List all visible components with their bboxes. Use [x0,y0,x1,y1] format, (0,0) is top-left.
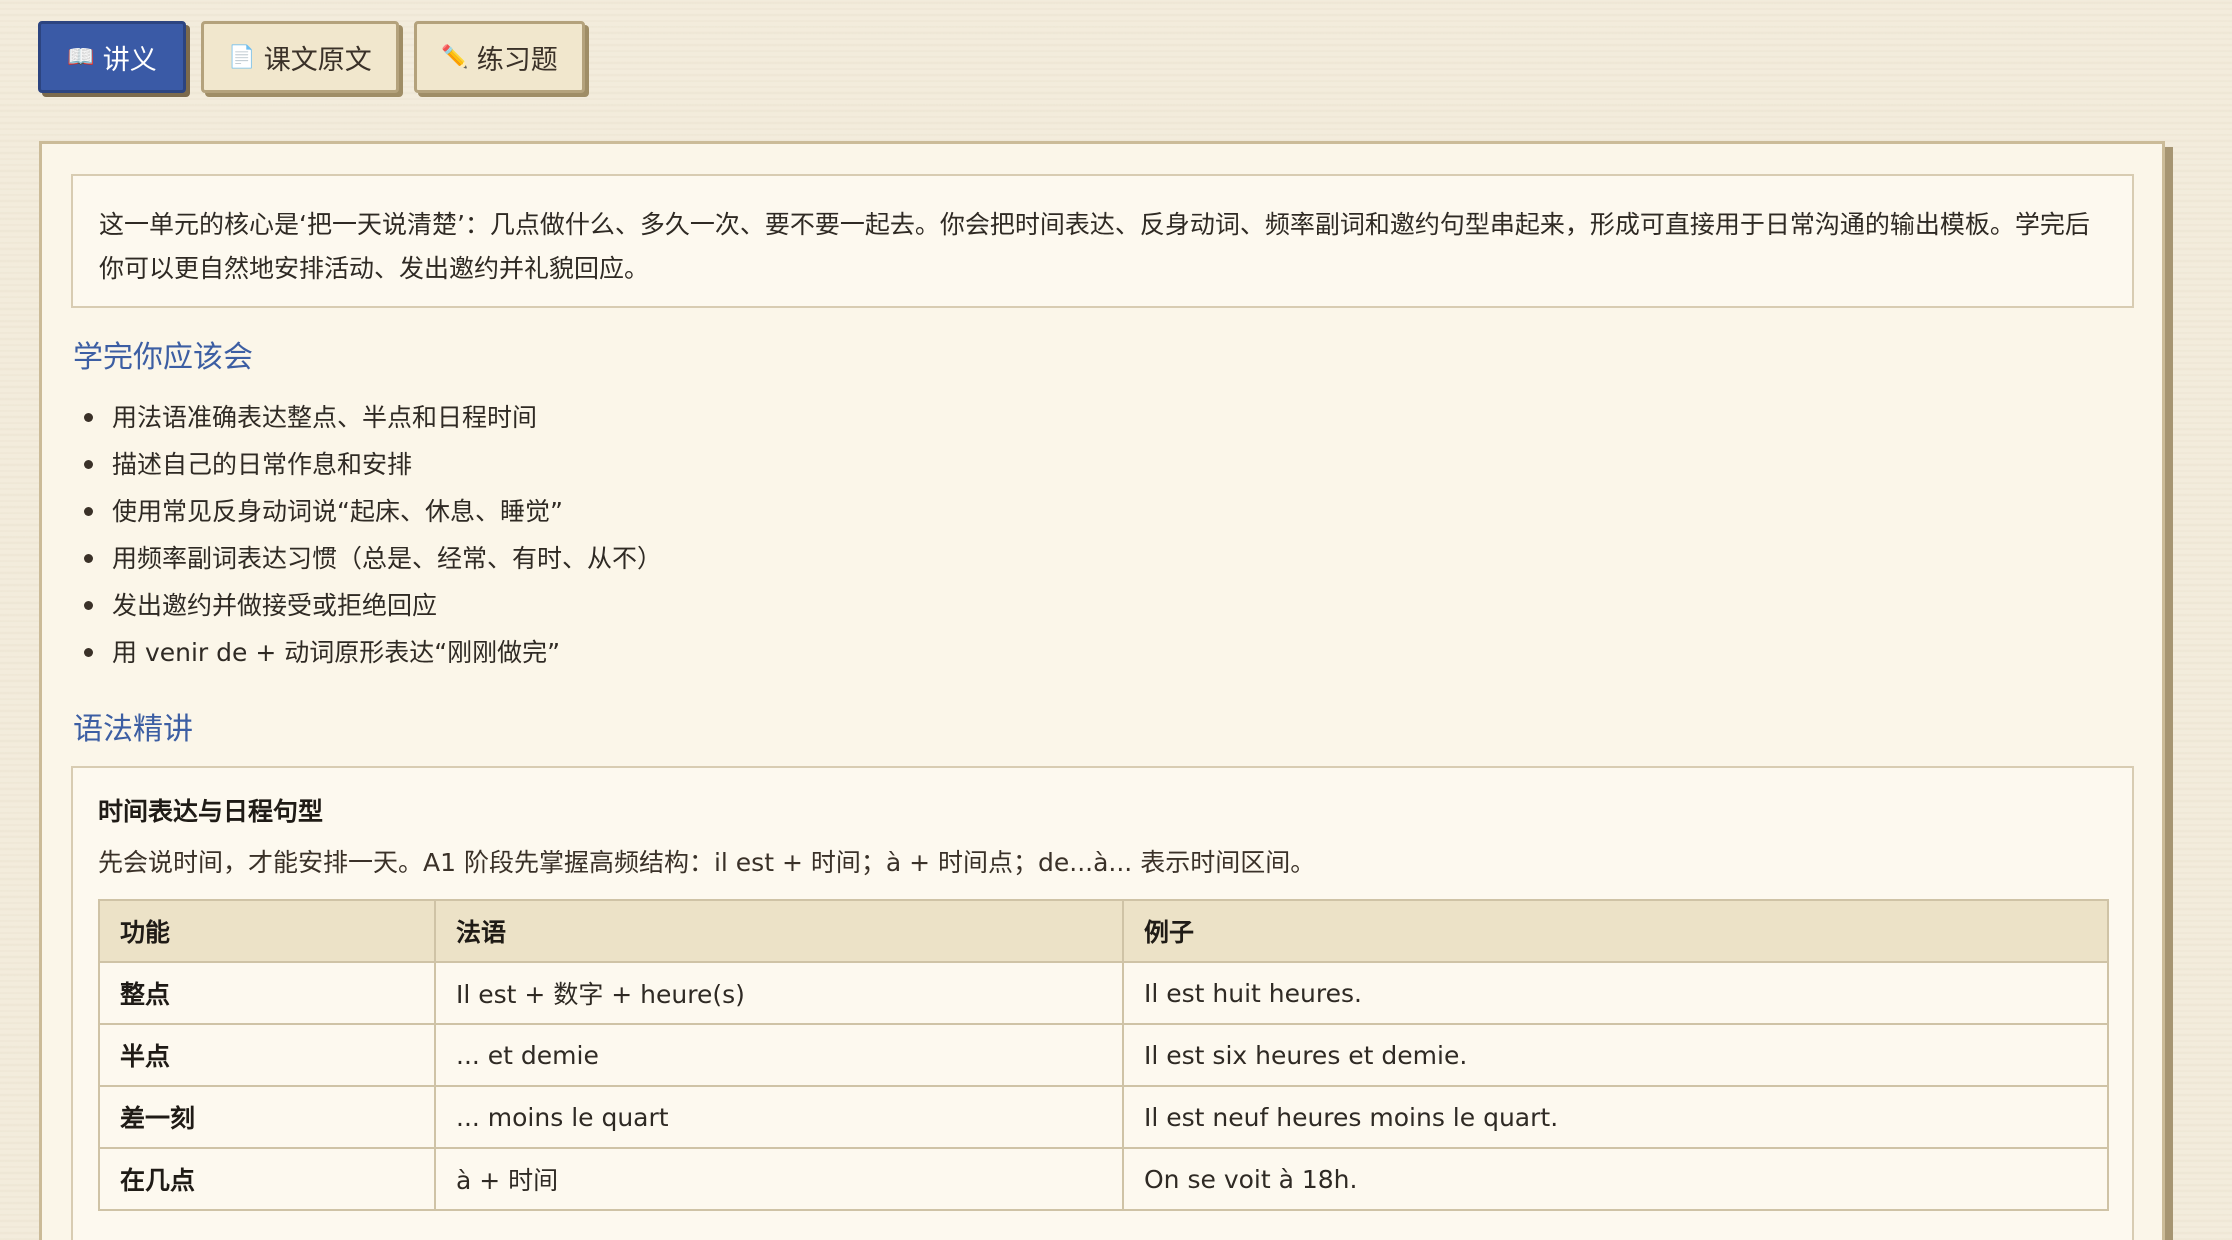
tab-lesson-text[interactable]: 📄 课文原文 [201,21,399,93]
grammar-heading: 语法精讲 [73,712,193,747]
column-header: 例子 [1122,899,2109,963]
intro-box: 这一单元的核心是‘把一天说清楚’：几点做什么、多久一次、要不要一起去。你会把时间… [71,174,2134,308]
goal-item: 使用常见反身动词说“起床、休息、睡觉” [78,488,662,535]
table-cell: ... moins le quart [434,1085,1124,1149]
table-cell: On se voit à 18h. [1122,1147,2109,1211]
table-row: 差一刻 ... moins le quart Il est neuf heure… [98,1085,2109,1149]
goal-item: 用 venir de + 动词原形表达“刚刚做完” [78,629,662,676]
column-header: 法语 [434,899,1124,963]
table-cell: ... et demie [434,1023,1124,1087]
pencil-icon: ✏️ [441,44,469,70]
content-panel: 这一单元的核心是‘把一天说清楚’：几点做什么、多久一次、要不要一起去。你会把时间… [39,141,2165,1240]
card-description: 先会说时间，才能安排一天。A1 阶段先掌握高频结构：il est + 时间；à … [98,848,1316,877]
tab-exercises-label: 练习题 [476,44,558,76]
goal-item: 描述自己的日常作息和安排 [78,441,662,488]
goal-item: 发出邀约并做接受或拒绝回应 [78,582,662,629]
tab-lecture[interactable]: 📖 讲义 [38,21,186,93]
grammar-table: 功能 法语 例子 整点 Il est + 数字 + heure(s) Il es… [98,899,2109,1211]
table-cell: 在几点 [98,1147,436,1211]
document-icon: 📄 [228,44,256,70]
book-icon: 📖 [67,44,95,70]
grammar-card: 时间表达与日程句型 先会说时间，才能安排一天。A1 阶段先掌握高频结构：il e… [71,766,2134,1240]
table-cell: 差一刻 [98,1085,436,1149]
table-header-row: 功能 法语 例子 [98,899,2109,963]
table-cell: à + 时间 [434,1147,1124,1211]
tab-exercises[interactable]: ✏️ 练习题 [414,21,585,93]
column-header: 功能 [98,899,436,963]
tab-lecture-label: 讲义 [102,44,157,76]
table-cell: 整点 [98,961,436,1025]
table-row: 在几点 à + 时间 On se voit à 18h. [98,1147,2109,1211]
goals-heading: 学完你应该会 [73,340,253,375]
table-cell: 半点 [98,1023,436,1087]
card-title: 时间表达与日程句型 [98,797,324,826]
table-cell: Il est + 数字 + heure(s) [434,961,1124,1025]
table-cell: Il est huit heures. [1122,961,2109,1025]
tab-lesson-text-label: 课文原文 [263,44,372,76]
table-cell: Il est six heures et demie. [1122,1023,2109,1087]
table-row: 整点 Il est + 数字 + heure(s) Il est huit he… [98,961,2109,1025]
goal-item: 用频率副词表达习惯（总是、经常、有时、从不） [78,535,662,582]
goals-list: 用法语准确表达整点、半点和日程时间 描述自己的日常作息和安排 使用常见反身动词说… [78,394,662,676]
table-row: 半点 ... et demie Il est six heures et dem… [98,1023,2109,1087]
table-cell: Il est neuf heures moins le quart. [1122,1085,2109,1149]
goal-item: 用法语准确表达整点、半点和日程时间 [78,394,662,441]
